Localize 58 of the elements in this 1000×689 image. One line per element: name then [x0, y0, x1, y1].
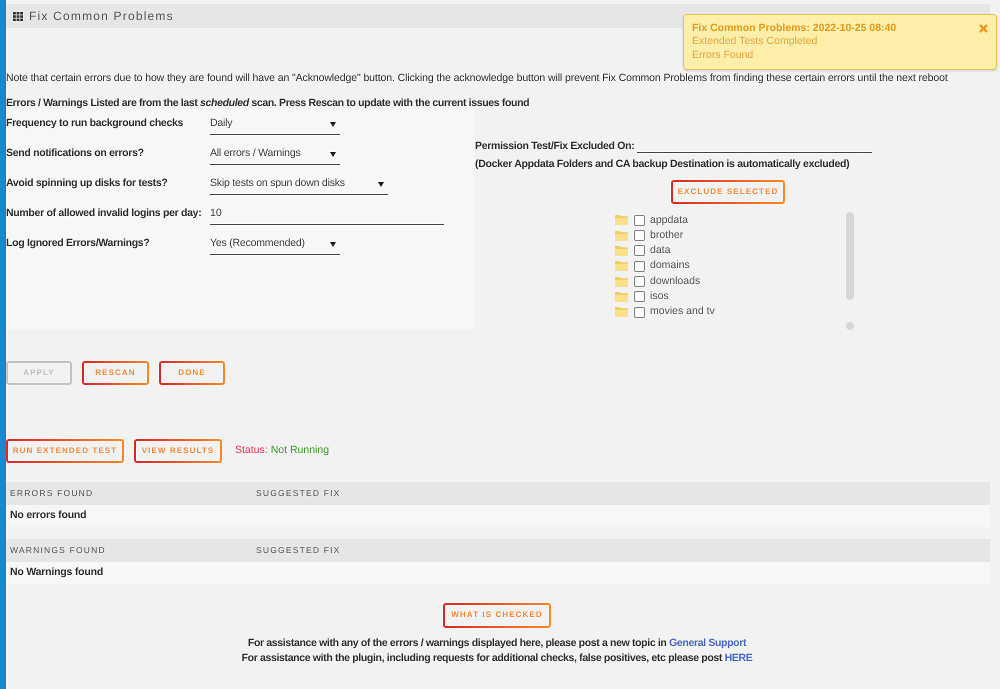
notification-text: Extended Tests Completed	[692, 35, 818, 48]
folder-checkbox[interactable]	[634, 291, 645, 302]
setting-label: Number of allowed invalid logins per day:	[6, 206, 202, 222]
exclusion-label: Permission Test/Fix Excluded On:	[475, 140, 634, 153]
setting-label: Send notifications on errors?	[6, 146, 145, 162]
help-text: For assistance with any of the errors / warnings displayed here, please post a new topic in General Support	[248, 636, 746, 651]
folder-checkbox[interactable]	[634, 260, 645, 272]
column-heading: WARNINGS FOUND	[10, 544, 107, 557]
folder-checkbox[interactable]	[634, 306, 645, 318]
grid-icon	[13, 12, 23, 20]
select-field[interactable]: All errors / Warnings	[210, 143, 340, 165]
setting-label: Frequency to run background checks	[6, 116, 184, 132]
folder-checkbox[interactable]	[634, 230, 645, 242]
select-field[interactable]: Daily	[210, 113, 340, 135]
folder-icon	[615, 276, 628, 287]
column-heading: SUGGESTED FIX	[256, 544, 341, 557]
folder-icon	[615, 261, 628, 272]
caret-icon	[330, 120, 336, 126]
select-field[interactable]: Skip tests on spun down disks	[210, 173, 388, 195]
input-field[interactable]: 10	[210, 203, 444, 225]
folder-name: domains	[650, 258, 690, 274]
page-title: Fix Common Problems	[29, 8, 174, 25]
folder-name: movies and tv	[650, 304, 715, 320]
close-icon[interactable]	[979, 24, 988, 33]
exclusion-note: (Docker Appdata Folders and CA backup Destination is automatically excluded)	[475, 157, 850, 172]
help-link[interactable]: General Support	[669, 636, 746, 649]
help-link[interactable]: HERE	[724, 652, 752, 664]
folder-icon	[615, 246, 628, 256]
folder-name: isos	[650, 289, 669, 304]
notification-text: Errors Found	[692, 48, 754, 62]
folder-name: downloads	[650, 274, 700, 289]
caret-icon	[330, 150, 336, 156]
setting-label: Avoid spinning up disks for tests?	[6, 176, 169, 192]
folder-icon	[615, 292, 628, 302]
help-text: For assistance with the plugin, including requests for additional checks, false positives, etc please post HERE	[242, 650, 752, 666]
folder-name: appdata	[650, 212, 688, 228]
folder-name: data	[650, 243, 670, 258]
folder-name: brother	[650, 228, 684, 243]
empty-message: No Warnings found	[10, 564, 104, 580]
folder-icon	[615, 215, 628, 226]
setting-label: Log Ignored Errors/Warnings?	[6, 236, 150, 252]
select-field[interactable]: Yes (Recommended)	[210, 233, 340, 255]
folder-checkbox[interactable]	[634, 276, 645, 288]
status-label: Status:	[235, 442, 268, 458]
empty-message: No errors found	[10, 508, 86, 523]
folder-icon	[615, 230, 628, 241]
caret-icon	[330, 240, 336, 246]
scrollbar[interactable]	[846, 212, 854, 300]
folder-icon	[615, 307, 628, 318]
column-heading: SUGGESTED FIX	[256, 486, 341, 500]
caret-icon	[378, 180, 384, 186]
status-value: Not Running	[270, 442, 330, 458]
folder-checkbox[interactable]	[634, 245, 645, 256]
note-text: Errors / Warnings Listed are from the last scheduled scan. Press Rescan to update with the current issues found	[6, 97, 530, 109]
column-heading: ERRORS FOUND	[10, 486, 94, 500]
folder-checkbox[interactable]	[634, 214, 645, 226]
notification-title: Fix Common Problems: 2022-10-25 08:40	[692, 22, 896, 35]
note-text: Note that certain errors due to how they are found will have an "Acknowledge" button. Clicking the acknowledge button will prevent Fix Common Problems from finding these certain errors until the next reboot	[6, 72, 948, 84]
